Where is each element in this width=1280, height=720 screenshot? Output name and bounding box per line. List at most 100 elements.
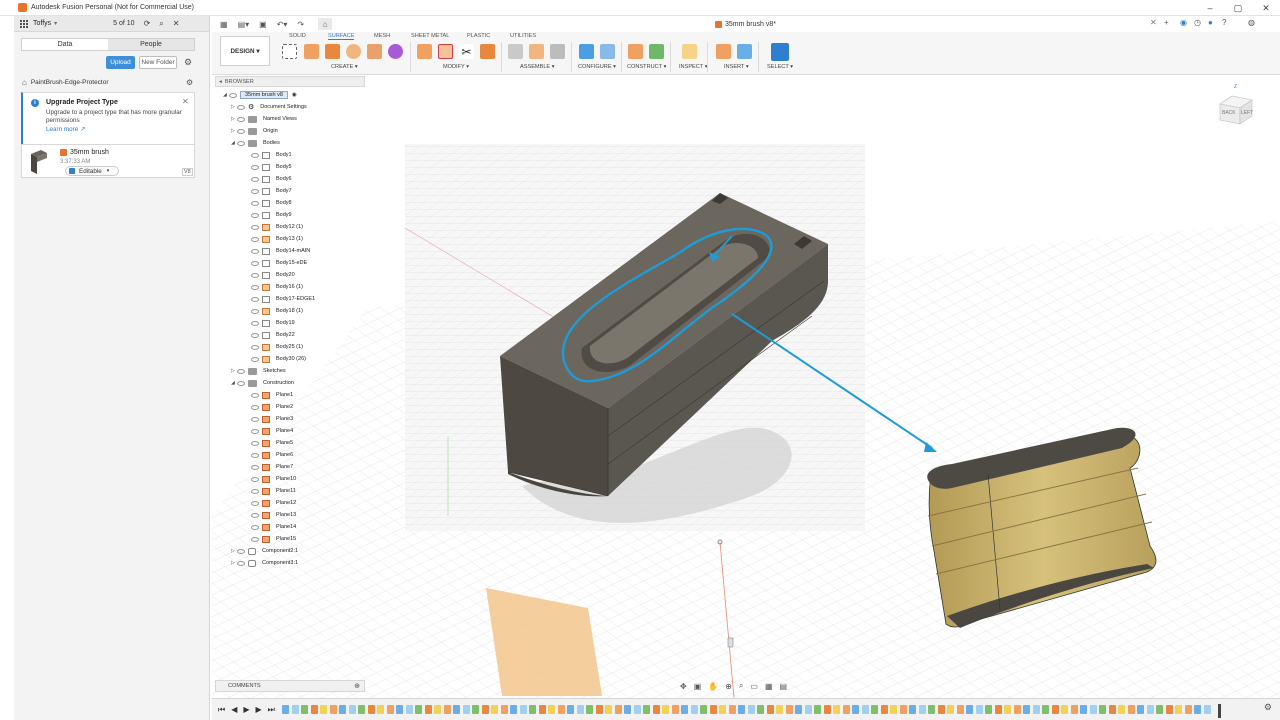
browser-component-item[interactable]: ▷ Component3:1: [231, 557, 298, 569]
visibility-eye-icon[interactable]: [251, 188, 259, 194]
tab-surface[interactable]: SURFACE: [328, 33, 355, 40]
browser-body-item[interactable]: Body20: [251, 269, 295, 281]
timeline-feature[interactable]: [614, 705, 622, 714]
extrude-surface-icon[interactable]: [304, 44, 319, 59]
timeline-feature[interactable]: [728, 705, 736, 714]
timeline-feature[interactable]: [1137, 705, 1144, 714]
go-to-end-icon[interactable]: ⏭: [268, 705, 275, 715]
new-component-icon[interactable]: [508, 44, 523, 59]
browser-plane-item[interactable]: Plane14: [251, 521, 296, 533]
maximize-button[interactable]: ▢: [1224, 0, 1252, 16]
timeline-feature[interactable]: [880, 705, 888, 714]
timeline-feature[interactable]: [310, 705, 318, 714]
visibility-eye-icon[interactable]: [251, 164, 259, 170]
view-cube-front-label[interactable]: BACK: [1222, 110, 1236, 116]
browser-body-item[interactable]: Body13 (1): [251, 233, 303, 245]
insert-menu[interactable]: INSERT ▾: [724, 64, 749, 70]
browser-node[interactable]: ▷ Origin: [231, 125, 278, 137]
grid-icon[interactable]: ▦: [220, 20, 228, 29]
file-menu-icon[interactable]: ▤▾: [238, 20, 250, 29]
timeline-feature[interactable]: [690, 705, 698, 714]
visibility-eye-icon[interactable]: [251, 464, 259, 470]
tab-people[interactable]: People: [108, 39, 194, 50]
visibility-eye-icon[interactable]: [251, 452, 259, 458]
visibility-eye-icon[interactable]: [251, 212, 259, 218]
timeline-feature[interactable]: [852, 705, 859, 714]
timeline-feature[interactable]: [1051, 705, 1059, 714]
help-icon[interactable]: ?: [1222, 18, 1226, 27]
timeline-feature[interactable]: [586, 705, 593, 714]
timeline-feature[interactable]: [890, 705, 897, 714]
view-cube-side-label[interactable]: LEFT: [1241, 110, 1253, 116]
timeline-feature[interactable]: [1146, 705, 1154, 714]
visibility-eye-icon[interactable]: [251, 236, 259, 242]
timeline-feature[interactable]: [861, 705, 869, 714]
pan-icon[interactable]: ✋: [708, 682, 718, 691]
midplane-icon[interactable]: [649, 44, 664, 59]
visibility-eye-icon[interactable]: [251, 404, 259, 410]
file-status-dropdown[interactable]: Editable ▾: [65, 166, 119, 176]
visibility-eye-icon[interactable]: [251, 224, 259, 230]
visibility-eye-icon[interactable]: [251, 332, 259, 338]
timeline-feature[interactable]: [1194, 705, 1201, 714]
viewports-icon[interactable]: ▤: [780, 682, 788, 691]
timeline-feature[interactable]: [766, 705, 774, 714]
timeline-feature[interactable]: [1156, 705, 1163, 714]
visibility-eye-icon[interactable]: [251, 272, 259, 278]
timeline-feature[interactable]: [329, 705, 337, 714]
gear-icon[interactable]: ⚙: [184, 57, 192, 68]
timeline-feature[interactable]: [367, 705, 375, 714]
browser-plane-item[interactable]: Plane6: [251, 449, 293, 461]
browser-node[interactable]: ◢ Bodies: [231, 137, 280, 149]
timeline-feature[interactable]: [871, 705, 878, 714]
tab-mesh[interactable]: MESH: [374, 33, 390, 39]
visibility-eye-icon[interactable]: [237, 128, 245, 134]
timeline-feature[interactable]: [633, 705, 641, 714]
assemble-menu[interactable]: ASSEMBLE ▾: [520, 64, 555, 70]
close-icon[interactable]: ✕: [182, 97, 189, 106]
orbit-icon[interactable]: ✥: [680, 682, 687, 691]
timeline-feature[interactable]: [842, 705, 850, 714]
visibility-eye-icon[interactable]: [251, 152, 259, 158]
timeline-feature[interactable]: [377, 705, 384, 714]
timeline-feature[interactable]: [985, 705, 992, 714]
tab-sheet-metal[interactable]: SHEET METAL: [411, 33, 449, 39]
timeline-feature[interactable]: [804, 705, 812, 714]
create-sketch-icon[interactable]: [282, 44, 297, 59]
activate-radio-icon[interactable]: ◉: [292, 92, 297, 98]
timeline-feature[interactable]: [595, 705, 603, 714]
timeline-feature[interactable]: [405, 705, 413, 714]
insert-derive-icon[interactable]: [716, 44, 731, 59]
visibility-eye-icon[interactable]: [251, 200, 259, 206]
timeline-feature[interactable]: [1175, 705, 1182, 714]
tab-utilities[interactable]: UTILITIES: [510, 33, 536, 39]
browser-plane-item[interactable]: Plane12: [251, 497, 296, 509]
visibility-eye-icon[interactable]: [251, 296, 259, 302]
timeline-feature[interactable]: [643, 705, 650, 714]
visibility-eye-icon[interactable]: [237, 380, 245, 386]
extend-icon[interactable]: [480, 44, 495, 59]
timeline-marker[interactable]: [1218, 704, 1221, 718]
timeline-feature[interactable]: [500, 705, 508, 714]
learn-more-link[interactable]: Learn more ↗: [46, 126, 85, 133]
trim-icon[interactable]: ✂: [459, 44, 474, 59]
timeline-feature[interactable]: [576, 705, 584, 714]
timeline-feature[interactable]: [434, 705, 441, 714]
visibility-eye-icon[interactable]: [237, 560, 245, 566]
timeline-feature[interactable]: [1080, 705, 1087, 714]
new-folder-button[interactable]: New Folder: [139, 56, 177, 69]
timeline-feature[interactable]: [776, 705, 783, 714]
timeline-feature[interactable]: [909, 705, 916, 714]
configure-menu[interactable]: CONFIGURE ▾: [578, 64, 616, 70]
close-panel-icon[interactable]: ✕: [173, 19, 180, 28]
configuration-table-icon[interactable]: [600, 44, 615, 59]
timeline-feature[interactable]: [1061, 705, 1068, 714]
notification-icon[interactable]: ●: [1208, 18, 1213, 27]
step-forward-icon[interactable]: ▶: [256, 705, 262, 714]
visibility-eye-icon[interactable]: [237, 140, 245, 146]
timeline-feature[interactable]: [719, 705, 726, 714]
visibility-eye-icon[interactable]: [251, 428, 259, 434]
timeline-feature[interactable]: [757, 705, 764, 714]
timeline-feature[interactable]: [301, 705, 308, 714]
zoom-icon[interactable]: ⊕: [725, 682, 732, 691]
